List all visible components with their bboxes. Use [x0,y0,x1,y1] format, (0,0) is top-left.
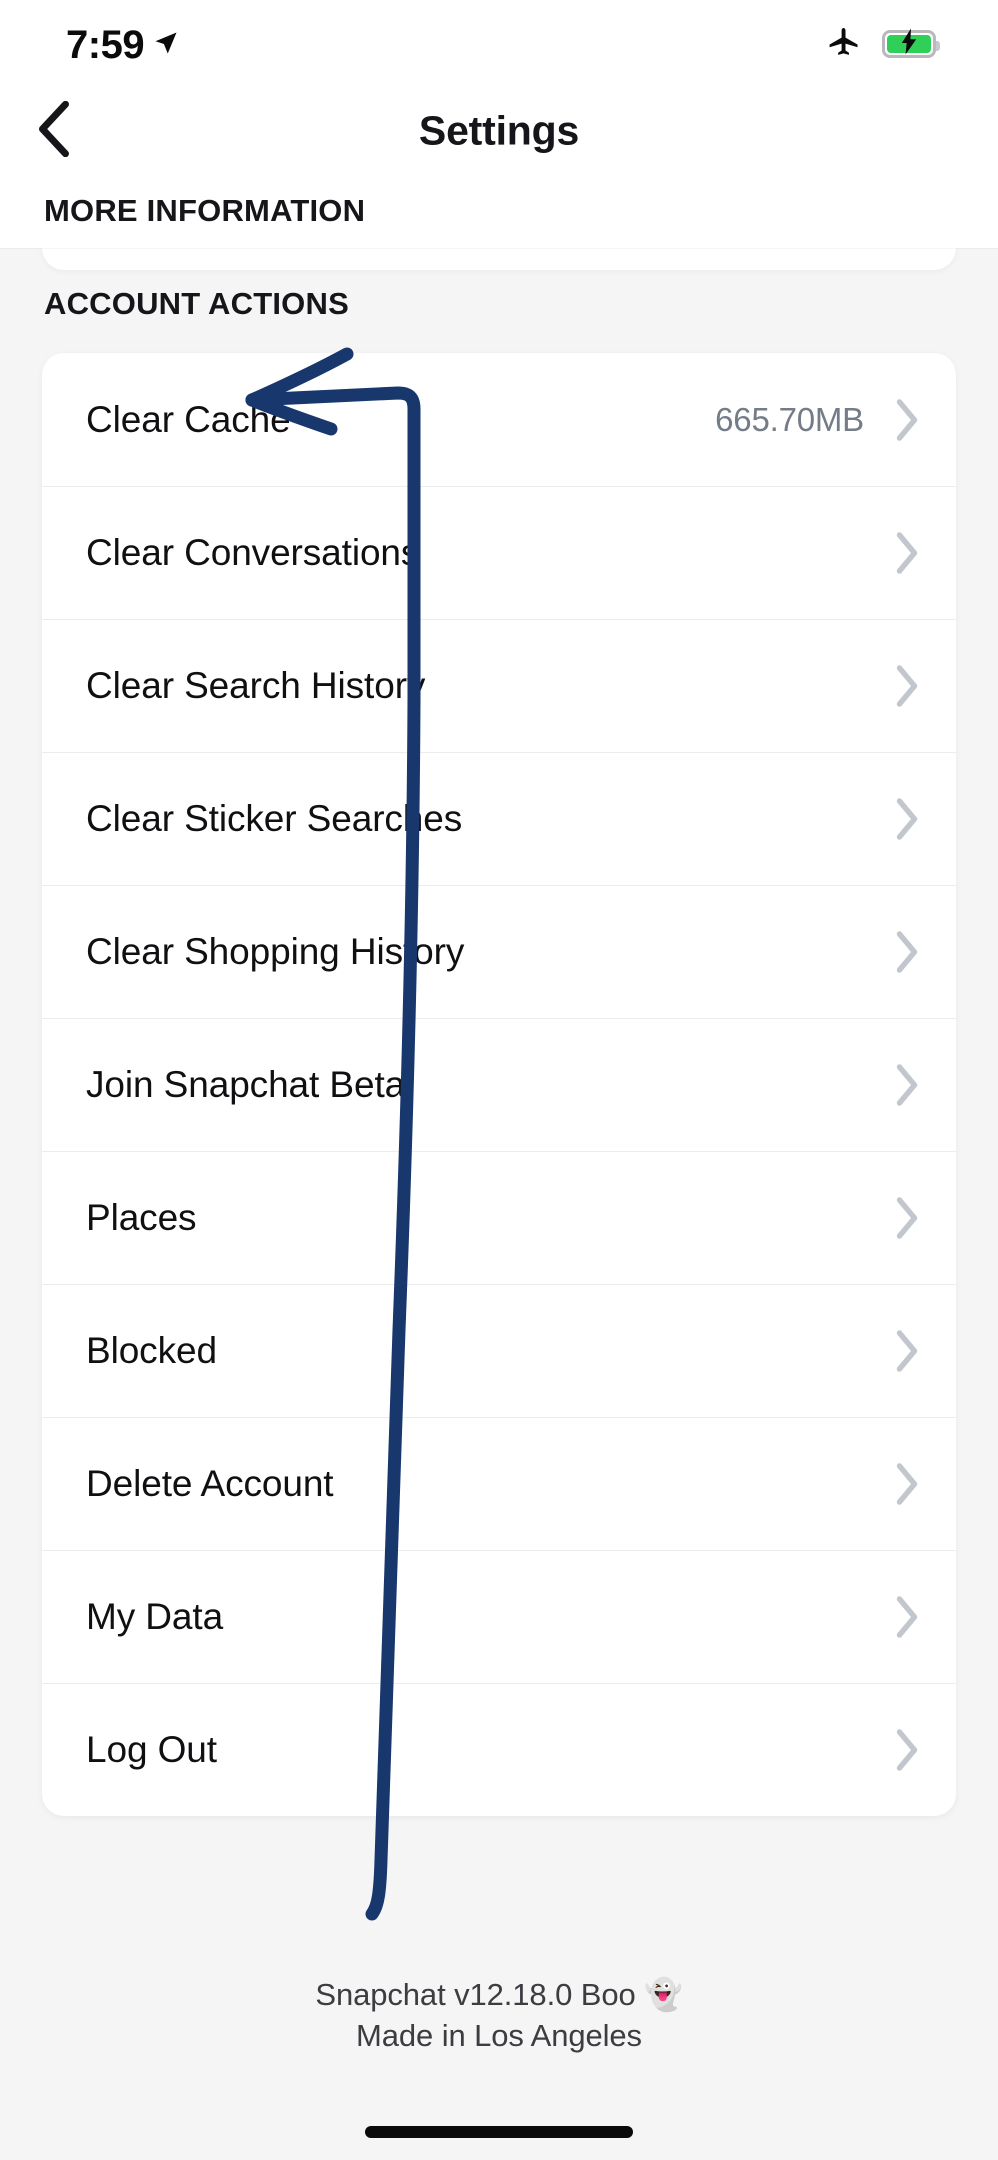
row-label: Join Snapchat Beta [86,1063,406,1105]
section-header-account-actions: ACCOUNT ACTIONS [44,286,349,321]
row-clear-search-history[interactable]: Clear Search History [42,619,956,752]
chevron-right-icon [894,1462,920,1506]
chevron-right-icon [894,398,920,442]
row-log-out[interactable]: Log Out [42,1683,956,1816]
row-places[interactable]: Places [42,1151,956,1284]
app-version-label: Snapchat v12.18.0 Boo 👻 [315,1977,683,2012]
chevron-right-icon [894,1728,920,1772]
battery-charging-icon [882,28,940,58]
row-label: Clear Cache [86,398,291,440]
home-indicator [365,2126,633,2138]
row-label: Clear Search History [86,664,426,706]
cache-size-value: 665.70MB [715,400,864,438]
row-label: Places [86,1196,197,1238]
row-label: Clear Sticker Searches [86,797,463,839]
row-label: Log Out [86,1728,217,1770]
sticky-section-header-label: MORE INFORMATION [44,193,366,228]
row-label: Blocked [86,1329,217,1371]
app-footer: Snapchat v12.18.0 Boo 👻 Made in Los Ange… [0,1975,998,2057]
sticky-section-header-more-information: MORE INFORMATION [0,174,998,248]
chevron-right-icon [894,1196,920,1240]
row-label: My Data [86,1595,224,1637]
location-arrow-icon [152,29,180,62]
row-clear-shopping-history[interactable]: Clear Shopping History [42,885,956,1018]
settings-scroll-area[interactable]: Support ACCOUNT ACTIONS Clear Cache 665.… [0,186,998,2160]
navigation-bar: Settings [0,88,998,174]
row-delete-account[interactable]: Delete Account [42,1417,956,1550]
row-clear-cache[interactable]: Clear Cache 665.70MB [42,353,956,486]
chevron-right-icon [894,531,920,575]
status-bar: 7:59 [0,0,998,88]
row-label: Delete Account [86,1462,334,1504]
chevron-right-icon [894,1329,920,1373]
row-my-data[interactable]: My Data [42,1550,956,1683]
row-join-snapchat-beta[interactable]: Join Snapchat Beta [42,1018,956,1151]
status-time: 7:59 [66,23,145,67]
row-label: Clear Shopping History [86,930,465,972]
status-bar-left: 7:59 [66,23,180,65]
airplane-mode-icon [826,24,862,65]
row-label: Clear Conversations [86,531,420,573]
chevron-right-icon [894,664,920,708]
chevron-right-icon [894,930,920,974]
account-actions-card: Clear Cache 665.70MB Clear Conversations… [42,353,956,1816]
made-in-label: Made in Los Angeles [356,2017,642,2053]
row-blocked[interactable]: Blocked [42,1284,956,1417]
page-title: Settings [418,107,580,154]
phone-screen: 7:59 Settings MORE INFORMATION ACCOUNT A… [0,0,998,2160]
chevron-right-icon [894,797,920,841]
chevron-right-icon [894,1595,920,1639]
chevron-right-icon [894,1063,920,1107]
status-bar-right [826,24,940,65]
row-clear-sticker-searches[interactable]: Clear Sticker Searches [42,752,956,885]
row-clear-conversations[interactable]: Clear Conversations [42,486,956,619]
